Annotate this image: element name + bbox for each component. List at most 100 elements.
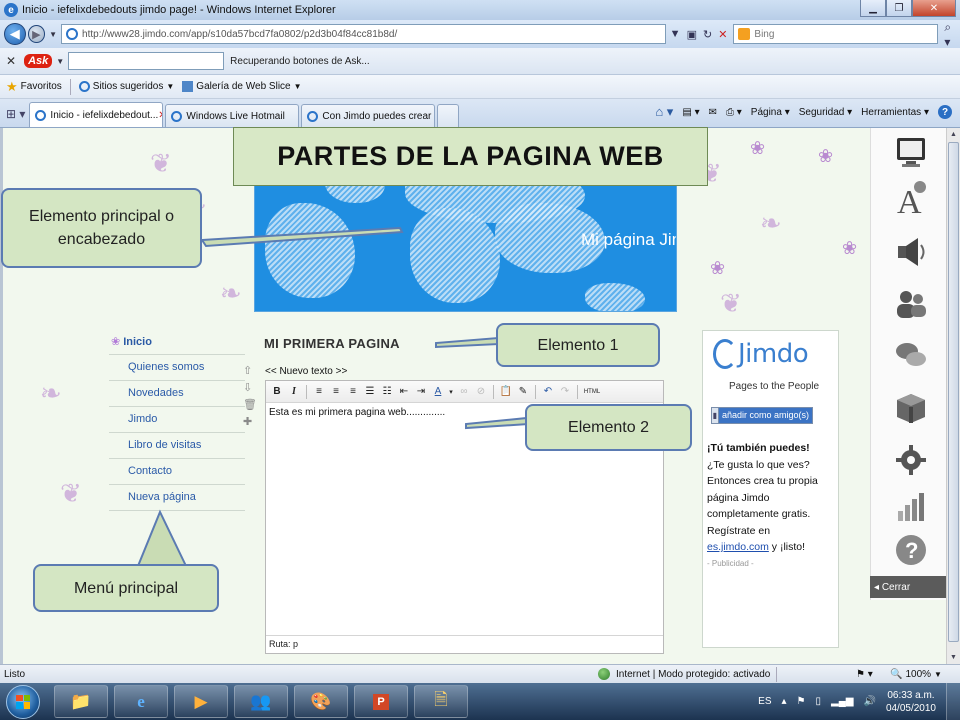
dropdown-icon[interactable]: ▾ xyxy=(448,385,454,399)
close-window-button[interactable]: ✕ xyxy=(912,0,956,17)
search-icon[interactable]: ⌕ ▾ xyxy=(944,20,960,49)
battery-icon[interactable]: ▯ xyxy=(816,696,822,707)
delete-icon[interactable]: 🗑 xyxy=(243,398,257,411)
numbered-list-icon[interactable]: ☷ xyxy=(380,385,394,399)
minimize-button[interactable]: ▁ xyxy=(860,0,886,17)
security-menu[interactable]: Seguridad ▾ xyxy=(799,107,852,118)
suggested-sites-link[interactable]: Sitios sugeridos xyxy=(93,81,164,92)
stats-icon[interactable] xyxy=(893,488,929,524)
add-element-icon[interactable]: ✚ xyxy=(243,415,257,428)
ask-logo[interactable]: Ask xyxy=(24,54,53,68)
help-icon[interactable]: ? xyxy=(893,532,929,568)
users-icon[interactable] xyxy=(893,286,929,322)
vertical-scrollbar[interactable]: ▲ ▼ xyxy=(946,128,960,664)
live-messenger-icon[interactable]: 👥 xyxy=(234,685,288,718)
media-player-icon[interactable]: ▶ xyxy=(174,685,228,718)
undo-icon[interactable]: ↶ xyxy=(541,385,555,399)
menu-item-inicio[interactable]: ❀ Inicio xyxy=(109,329,245,355)
bullet-list-icon[interactable]: ☰ xyxy=(363,385,377,399)
document-icon[interactable]: 🗎 xyxy=(414,685,468,718)
gear-icon[interactable] xyxy=(893,442,929,478)
clock[interactable]: 06:33 a.m. 04/05/2010 xyxy=(886,689,936,715)
bold-button[interactable]: B xyxy=(270,385,284,399)
menu-item-jimdo[interactable]: Jimdo xyxy=(109,407,245,433)
favorites-button[interactable]: Favoritos xyxy=(21,81,62,92)
align-center-icon[interactable]: ≡ xyxy=(329,385,343,399)
help-icon[interactable]: ? xyxy=(938,105,952,119)
jimdo-logo[interactable]: Jimdo xyxy=(713,339,809,369)
show-desktop-button[interactable] xyxy=(946,683,960,720)
html-button[interactable]: HTML xyxy=(583,385,601,399)
close-panel-button[interactable]: ◂ Cerrar xyxy=(870,576,946,598)
address-input[interactable]: http://www28.jimdo.com/app/s10da57bcd7fa… xyxy=(61,24,666,44)
tools-menu[interactable]: Herramientas ▾ xyxy=(861,107,929,118)
indent-icon[interactable]: ⇥ xyxy=(414,385,428,399)
explorer-folder-icon[interactable]: 📁 xyxy=(54,685,108,718)
scroll-up-icon[interactable]: ▲ xyxy=(947,128,960,141)
new-tab-button[interactable] xyxy=(437,104,460,127)
align-left-icon[interactable]: ≡ xyxy=(312,385,326,399)
scrollbar-thumb[interactable] xyxy=(948,142,959,642)
web-slice-gallery-link[interactable]: Galería de Web Slice xyxy=(196,81,290,92)
scroll-down-icon[interactable]: ▼ xyxy=(947,651,960,664)
jimdo-signup-link[interactable]: es.jimdo.com xyxy=(707,541,769,553)
menu-item-contacto[interactable]: Contacto xyxy=(109,459,245,485)
speaker-icon[interactable] xyxy=(893,234,929,270)
italic-button[interactable]: I xyxy=(287,385,301,399)
menu-item-novedades[interactable]: Novedades xyxy=(109,381,245,407)
history-dropdown-icon[interactable]: ▼ xyxy=(49,30,57,39)
close-toolbar-icon[interactable]: ✕ xyxy=(6,54,16,68)
redo-icon[interactable]: ↷ xyxy=(558,385,572,399)
outdent-icon[interactable]: ⇤ xyxy=(397,385,411,399)
paint-icon[interactable]: 🎨 xyxy=(294,685,348,718)
print-icon[interactable]: ⎙ ▾ xyxy=(726,107,742,118)
add-friend-button[interactable]: ▮ añadir como amigo(s) xyxy=(711,407,813,424)
move-up-icon[interactable]: ⇧ xyxy=(243,364,257,377)
quick-tabs-icon[interactable]: ⊞ ▾ xyxy=(6,107,25,121)
menu-item-nueva-pagina[interactable]: Nueva página xyxy=(109,485,245,511)
compat-view-icon[interactable]: ▣ xyxy=(687,28,697,41)
tab-inicio[interactable]: Inicio - iefelixdebedout... ✕ xyxy=(29,102,164,127)
monitor-icon[interactable] xyxy=(893,134,929,170)
security-zone[interactable]: Internet | Modo protegido: activado xyxy=(616,669,770,680)
paste-icon[interactable]: 📋 xyxy=(499,385,513,399)
font-icon[interactable]: A xyxy=(893,180,929,217)
flag-icon[interactable]: ⚑ xyxy=(797,696,806,707)
tab-hotmail[interactable]: Windows Live Hotmail xyxy=(165,104,300,127)
dropdown-icon[interactable]: ▼ xyxy=(166,82,174,91)
close-tab-icon[interactable]: ✕ xyxy=(158,110,162,121)
zoom-control[interactable]: 🔍 100% ▼ xyxy=(890,669,942,680)
tray-up-icon[interactable]: ▴ xyxy=(782,696,787,707)
start-button[interactable] xyxy=(6,684,40,719)
volume-icon[interactable]: 🔊 xyxy=(863,696,875,707)
back-button[interactable]: ◀ xyxy=(4,23,26,45)
box-icon[interactable] xyxy=(893,390,929,426)
search-input[interactable]: Bing xyxy=(733,24,939,44)
address-dropdown-icon[interactable]: ▼ xyxy=(670,28,681,40)
internet-explorer-icon[interactable]: e xyxy=(114,685,168,718)
font-color-icon[interactable]: A xyxy=(431,385,445,399)
clean-format-icon[interactable]: ✎ xyxy=(516,385,530,399)
link-icon[interactable]: ∞ xyxy=(457,385,471,399)
stop-icon[interactable]: ✕ xyxy=(718,28,727,41)
maximize-button[interactable]: ❐ xyxy=(886,0,912,17)
menu-item-quienes-somos[interactable]: Quienes somos xyxy=(109,355,245,381)
move-down-icon[interactable]: ⇩ xyxy=(243,381,257,394)
protected-mode-icon[interactable]: ⚑ ▾ xyxy=(856,669,873,680)
feeds-icon[interactable]: ▤ ▾ xyxy=(682,107,699,118)
home-icon[interactable]: ⌂ ▾ xyxy=(655,104,673,120)
forward-button[interactable]: ▶ xyxy=(27,25,46,43)
menu-item-libro-de-visitas[interactable]: Libro de visitas xyxy=(109,433,245,459)
language-indicator[interactable]: ES xyxy=(758,696,771,707)
dropdown-icon[interactable]: ▼ xyxy=(934,670,942,679)
mail-icon[interactable]: ✉ xyxy=(709,107,717,118)
dropdown-icon[interactable]: ▼ xyxy=(294,82,302,91)
unlink-icon[interactable]: ⊘ xyxy=(474,385,488,399)
refresh-icon[interactable]: ↻ xyxy=(703,28,712,41)
ask-dropdown-icon[interactable]: ▼ xyxy=(56,57,64,66)
page-menu[interactable]: Página ▾ xyxy=(751,107,790,118)
tab-jimdo[interactable]: Con Jimdo puedes crear ... xyxy=(301,104,436,127)
align-right-icon[interactable]: ≡ xyxy=(346,385,360,399)
ask-search-input[interactable] xyxy=(68,52,225,70)
chat-icon[interactable] xyxy=(893,338,929,374)
